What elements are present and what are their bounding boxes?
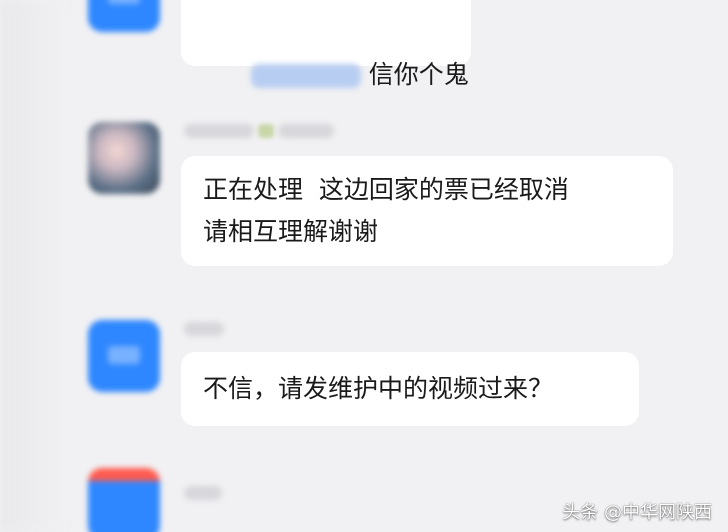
avatar-logo-icon: [108, 0, 140, 4]
blurred-sidebar: [0, 0, 70, 532]
watermark-text: 头条 @中华网陕西: [562, 502, 712, 523]
sender-avatar[interactable]: [88, 468, 160, 532]
sender-name-blurred: [184, 124, 254, 138]
sender-badge-icon: [258, 124, 274, 138]
sender-name-blurred: [184, 486, 222, 500]
blurred-mention: [250, 64, 361, 88]
sender-avatar[interactable]: [88, 320, 160, 392]
message-bubble[interactable]: 正在处理 这边回家的票已经取消 请相互理解谢谢: [181, 156, 673, 266]
message-text: 信你个鬼: [368, 60, 469, 89]
sender-avatar[interactable]: [88, 0, 160, 32]
message-text: 不信，请发维护中的视频过来？: [203, 374, 554, 403]
avatar-logo-icon: [108, 346, 140, 364]
sender-title-blurred: [278, 124, 334, 138]
message-text: 正在处理 这边回家的票已经取消 请相互理解谢谢: [203, 175, 569, 246]
chat-screen: 信你个鬼 正在处理 这边回家的票已经取消 请相互理解谢谢 不信，请发维护中的视频…: [0, 0, 728, 532]
sender-avatar[interactable]: [88, 122, 160, 194]
sender-name-blurred: [184, 322, 224, 336]
message-bubble[interactable]: 信你个鬼: [181, 0, 471, 89]
message-bubble[interactable]: 不信，请发维护中的视频过来？: [181, 352, 639, 426]
